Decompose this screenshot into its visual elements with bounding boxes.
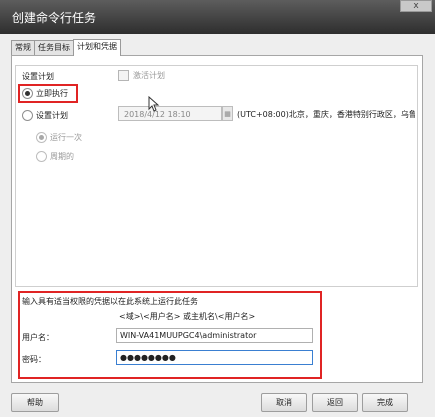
mouse-cursor-icon (148, 96, 160, 112)
password-label: 密码： (22, 355, 46, 364)
schedule-datetime-field[interactable]: 2018/4/12 18:10 (118, 106, 222, 121)
activate-schedule-checkbox[interactable] (118, 70, 129, 81)
run-once-label: 运行一次 (50, 133, 82, 142)
run-now-radio[interactable] (22, 88, 33, 99)
run-once-radio[interactable] (36, 132, 47, 143)
title-bar: 创建命令行任务 x (0, 0, 435, 34)
finish-button[interactable]: 完成 (362, 393, 408, 412)
dialog-title: 创建命令行任务 (12, 11, 97, 25)
run-now-label: 立即执行 (36, 89, 68, 98)
tab-task-target[interactable]: 任务目标 (34, 40, 74, 55)
credentials-hint: <域>\<用户名> 或主机名\<用户名> (119, 312, 256, 321)
periodic-radio[interactable] (36, 151, 47, 162)
activate-schedule-label: 激活计划 (133, 71, 165, 80)
credentials-title: 输入具有适当权限的凭据以在此系统上运行此任务 (22, 297, 198, 306)
username-field[interactable]: WIN-VA41MUUPGC4\administrator (116, 328, 313, 343)
timezone-label: (UTC+08:00)北京，重庆，香港特别行政区，乌鲁木齐 (237, 110, 415, 119)
help-button[interactable]: 帮助 (11, 393, 59, 412)
close-button[interactable]: x (400, 0, 432, 12)
password-field[interactable]: ●●●●●●●● (116, 350, 313, 365)
calendar-icon[interactable]: ▦ (222, 106, 233, 121)
create-command-task-dialog: 创建命令行任务 x 常规 任务目标 计划和凭据 设置计划 激活计划 立即执行 设… (0, 0, 435, 417)
set-schedule-radio[interactable] (22, 110, 33, 121)
schedule-section-label: 设置计划 (22, 72, 54, 81)
tab-schedule-credentials[interactable]: 计划和凭据 (73, 39, 121, 56)
username-label: 用户名： (22, 333, 54, 342)
tab-panel: 设置计划 激活计划 立即执行 设置计划 2018/4/12 18:10 ▦ (U… (11, 55, 423, 383)
back-button[interactable]: 返回 (312, 393, 358, 412)
cancel-button[interactable]: 取消 (261, 393, 307, 412)
set-schedule-label: 设置计划 (36, 111, 68, 120)
tab-general[interactable]: 常规 (11, 40, 35, 55)
periodic-label: 周期的 (50, 152, 74, 161)
